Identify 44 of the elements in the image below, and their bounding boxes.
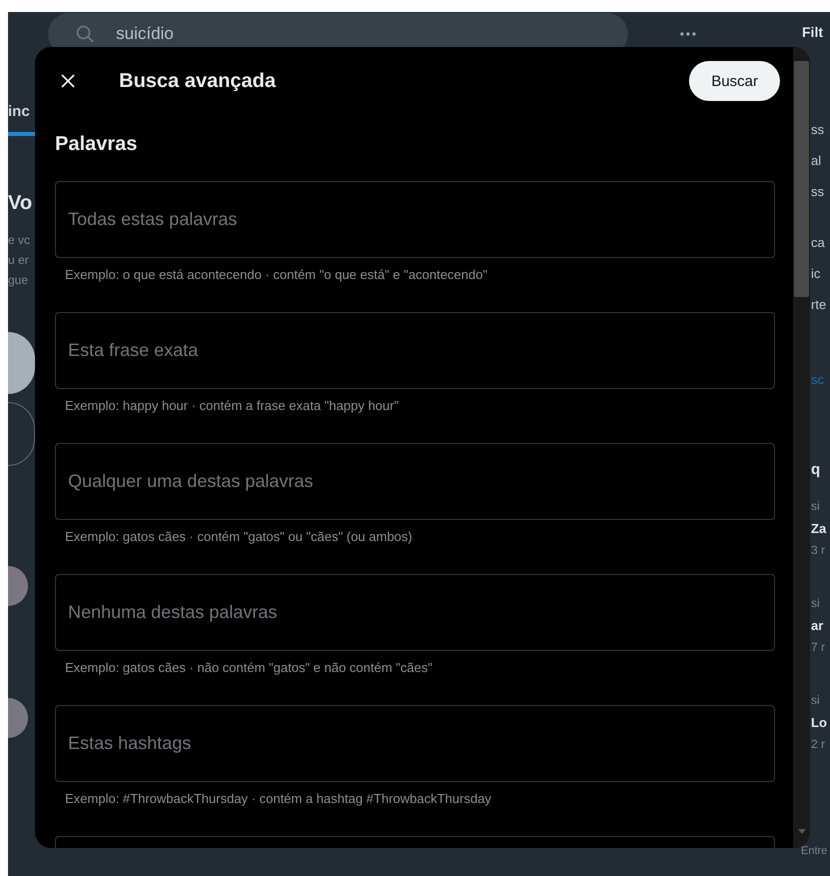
- input-field[interactable]: Qualquer uma destas palavras: [55, 443, 775, 520]
- cut-text: inc: [8, 102, 31, 122]
- cut-text: ss: [811, 183, 825, 201]
- cut-text: 7 r: [811, 639, 826, 656]
- cut-text: Lo: [811, 714, 828, 732]
- hint-text: Exemplo: o que está acontecendo · contém "o que está" e "acontecendo": [64, 267, 488, 282]
- cut-text: Filt: [802, 23, 824, 42]
- cut-text: si: [811, 692, 821, 709]
- close-icon[interactable]: [61, 74, 75, 88]
- hint-text: Exemplo: gatos cães · não contém "gatos" e não contém "cães": [64, 660, 434, 675]
- cut-text: ar: [811, 617, 824, 635]
- input-field[interactable]: Esta frase exata: [55, 312, 775, 389]
- dialog-title: Busca avançada: [119, 70, 277, 92]
- cut-text: Za: [811, 520, 828, 538]
- button-shape: [8, 332, 35, 394]
- tab-indicator: [8, 132, 36, 136]
- input-field[interactable]: Estas hashtags: [55, 705, 775, 782]
- cut-text: e vc: [8, 232, 32, 249]
- cut-text: ss: [811, 121, 825, 139]
- cut-text: Vo: [8, 191, 34, 216]
- cut-text: si: [811, 595, 821, 612]
- hint-text: Exemplo: happy hour · contém a frase exata "happy hour": [64, 398, 400, 413]
- cut-text: gue: [8, 272, 30, 289]
- cut-text: al: [811, 152, 822, 170]
- hint-text: Exemplo: #ThrowbackThursday · contém a hashtag #ThrowbackThursday: [64, 791, 492, 806]
- search-button[interactable]: Buscar: [689, 61, 780, 101]
- scrollbar-thumb[interactable]: [794, 61, 809, 297]
- cut-text: 3 r: [811, 542, 826, 559]
- input-field[interactable]: Nenhuma destas palavras: [55, 574, 775, 651]
- cut-text: Entre: [801, 844, 828, 859]
- cut-text: si: [811, 498, 821, 515]
- more-icon[interactable]: [680, 32, 696, 36]
- search-icon: [76, 25, 94, 43]
- scroll-down-icon[interactable]: [798, 829, 806, 834]
- input-field[interactable]: Todas estas palavras: [55, 181, 775, 258]
- section-heading: Palavras: [55, 133, 138, 156]
- cut-text: ca: [811, 234, 826, 252]
- cut-text: u er: [8, 252, 30, 269]
- cut-text: ic: [811, 265, 822, 283]
- cut-text: 2 r: [811, 736, 826, 753]
- scrollbar[interactable]: [793, 47, 810, 848]
- cut-text: q: [811, 460, 822, 480]
- cut-text: rte: [811, 296, 828, 314]
- hint-text: Exemplo: gatos cães · contém "gatos" ou "cães" (ou ambos): [64, 529, 414, 544]
